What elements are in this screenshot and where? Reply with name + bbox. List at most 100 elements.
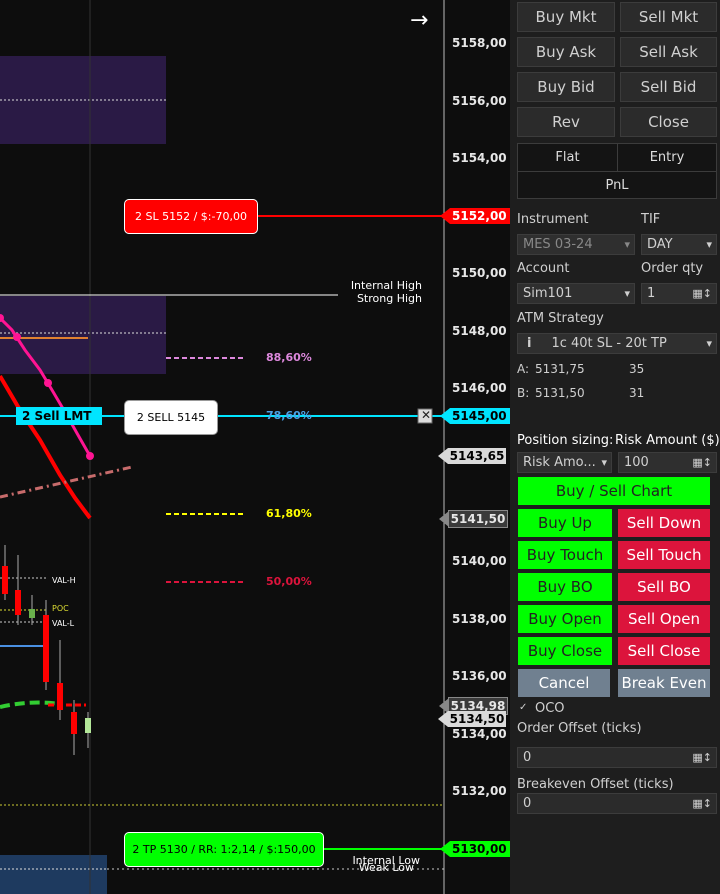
- break-even-button[interactable]: Break Even: [618, 669, 710, 697]
- sell-market-button[interactable]: Sell Mkt: [620, 2, 717, 32]
- buy-ask-button[interactable]: Buy Ask: [517, 37, 615, 67]
- price-label: 5136,00: [452, 669, 507, 683]
- buy-market-button[interactable]: Buy Mkt: [517, 2, 615, 32]
- position-sizing-label: Position sizing:: [517, 433, 614, 448]
- chevron-down-icon: ▾: [706, 337, 712, 350]
- atm-strategy-label: ATM Strategy: [517, 311, 604, 326]
- chevron-down-icon: ▾: [706, 238, 712, 251]
- internal-high-label: Internal High: [350, 279, 422, 292]
- fib-50-label: 50,00%: [266, 575, 312, 588]
- val-h-label: VAL-H: [52, 576, 76, 585]
- buy-bid-button[interactable]: Buy Bid: [517, 72, 615, 102]
- bid-label: B:: [517, 386, 530, 400]
- sell-bo-button[interactable]: Sell BO: [618, 573, 710, 601]
- order-entry-panel: Buy Mkt Sell Mkt Buy Ask Sell Ask Buy Bi…: [510, 0, 720, 894]
- calculator-stepper-icon[interactable]: ▦↕: [692, 794, 712, 813]
- buy-close-button[interactable]: Buy Close: [518, 637, 612, 665]
- breakeven-offset-label: Breakeven Offset (ticks): [517, 777, 674, 792]
- sell-ask-button[interactable]: Sell Ask: [620, 37, 717, 67]
- sell-down-button[interactable]: Sell Down: [618, 509, 710, 537]
- sell-touch-button[interactable]: Sell Touch: [618, 541, 710, 569]
- oco-checkbox[interactable]: ✓: [519, 703, 529, 713]
- price-label: 5154,00: [452, 151, 507, 165]
- price-chart[interactable]: → ✕ 5158,00 5156,00 5154,00 5152,00 5150…: [0, 0, 510, 894]
- buy-up-button[interactable]: Buy Up: [518, 509, 612, 537]
- take-profit-order[interactable]: 2 TP 5130 / RR: 1:2,14 / $:150,00: [124, 832, 324, 867]
- ask-label: A:: [517, 362, 530, 376]
- bid-price: 5131,50: [535, 386, 585, 400]
- calculator-stepper-icon[interactable]: ▦↕: [692, 453, 712, 472]
- buy-touch-button[interactable]: Buy Touch: [518, 541, 612, 569]
- price-label: 5148,00: [452, 324, 507, 338]
- price-label: 5158,00: [452, 36, 507, 50]
- weak-low-label: Weak Low: [358, 861, 414, 874]
- price-label: 5140,00: [452, 554, 507, 568]
- stop-loss-order[interactable]: 2 SL 5152 / $:-70,00: [124, 199, 258, 234]
- price-label: 5132,00: [452, 784, 507, 798]
- strong-high-label: Strong High: [356, 292, 422, 305]
- buy-sell-chart-button[interactable]: Buy / Sell Chart: [518, 477, 710, 505]
- instrument-select[interactable]: MES 03-24 ▾: [517, 234, 635, 255]
- ask-price: 5131,75: [535, 362, 585, 376]
- chart-canvas: [0, 0, 510, 894]
- fib-78-label: 78,60%: [266, 409, 312, 422]
- instrument-value: MES 03-24: [523, 237, 593, 252]
- price-tag: 5134,50: [438, 711, 506, 727]
- oco-label: OCO: [535, 701, 565, 716]
- position-status-box: Flat Entry PnL: [517, 143, 717, 199]
- close-order-icon[interactable]: ✕: [419, 408, 433, 422]
- sell-close-button[interactable]: Sell Close: [618, 637, 710, 665]
- tp-price-label: 5130,00: [452, 842, 507, 856]
- buy-bo-button[interactable]: Buy BO: [518, 573, 612, 601]
- order-offset-input[interactable]: 0 ▦↕: [517, 747, 717, 768]
- forward-arrow-icon[interactable]: →: [410, 8, 428, 33]
- fib-61-label: 61,80%: [266, 507, 312, 520]
- order-qty-input[interactable]: 1 ▦↕: [641, 283, 717, 304]
- chevron-down-icon: ▾: [624, 287, 630, 300]
- position-sizing-value: Risk Amo...: [523, 455, 596, 470]
- tif-label: TIF: [641, 212, 661, 227]
- pnl-label: PnL: [605, 178, 629, 193]
- flat-label: Flat: [518, 144, 618, 172]
- calculator-stepper-icon[interactable]: ▦↕: [692, 284, 712, 303]
- buy-open-button[interactable]: Buy Open: [518, 605, 612, 633]
- order-qty-value: 1: [647, 286, 656, 301]
- order-qty-label: Order qty: [641, 261, 704, 276]
- demand-zone: [0, 855, 107, 894]
- entry-price-label: 5145,00: [452, 409, 507, 423]
- cancel-button[interactable]: Cancel: [518, 669, 610, 697]
- account-select[interactable]: Sim101 ▾: [517, 283, 635, 304]
- close-button[interactable]: Close: [620, 107, 717, 137]
- fib-88-label: 88,60%: [266, 351, 312, 364]
- val-l-label: VAL-L: [52, 619, 75, 628]
- risk-amount-value: 100: [624, 455, 649, 470]
- breakeven-offset-value: 0: [523, 796, 532, 811]
- chevron-down-icon: ▾: [601, 456, 607, 469]
- ask-size: 35: [629, 362, 645, 376]
- sell-order[interactable]: 2 SELL 5145: [124, 400, 218, 435]
- price-label: 5146,00: [452, 381, 507, 395]
- supply-zone-mid: [0, 296, 166, 374]
- risk-amount-input[interactable]: 100 ▦↕: [618, 452, 717, 473]
- order-offset-value: 0: [523, 750, 532, 765]
- atm-strategy-select[interactable]: i 1c 40t SL - 20t TP ▾: [517, 333, 717, 354]
- sell-lmt-tag[interactable]: 2 Sell LMT: [16, 407, 102, 425]
- breakeven-offset-input[interactable]: 0 ▦↕: [517, 793, 717, 814]
- price-label: 5150,00: [452, 266, 507, 280]
- position-sizing-select[interactable]: Risk Amo... ▾: [517, 452, 612, 473]
- price-label: 5156,00: [452, 94, 507, 108]
- info-icon[interactable]: i: [527, 336, 531, 351]
- reverse-button[interactable]: Rev: [517, 107, 615, 137]
- dashdot-trend-line: [0, 465, 133, 499]
- tif-select[interactable]: DAY ▾: [641, 234, 717, 255]
- calculator-stepper-icon[interactable]: ▦↕: [692, 748, 712, 767]
- price-tag: 5141,50: [439, 510, 508, 528]
- sell-bid-button[interactable]: Sell Bid: [620, 72, 717, 102]
- sell-open-button[interactable]: Sell Open: [618, 605, 710, 633]
- curve-dot: [86, 452, 94, 460]
- order-offset-label: Order Offset (ticks): [517, 721, 642, 736]
- chevron-down-icon: ▾: [624, 238, 630, 251]
- price-label: 5134,00: [452, 727, 507, 741]
- price-label: 5152,00: [452, 209, 507, 223]
- price-tag: 5143,65: [438, 448, 506, 464]
